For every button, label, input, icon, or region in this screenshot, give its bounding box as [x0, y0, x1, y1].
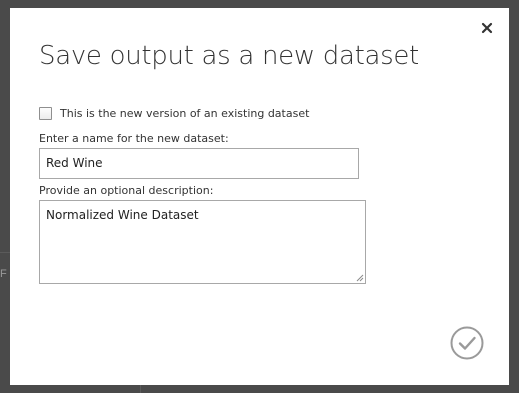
dataset-description-textarea[interactable]: Normalized Wine Dataset	[39, 200, 366, 284]
description-text: Normalized Wine Dataset	[46, 208, 199, 222]
existing-version-checkbox[interactable]	[39, 107, 52, 120]
close-icon[interactable]	[479, 20, 495, 36]
description-field-label: Provide an optional description:	[39, 184, 214, 197]
existing-version-row: This is the new version of an existing d…	[39, 107, 309, 120]
background-line	[140, 385, 141, 393]
save-dataset-dialog: Save output as a new dataset This is the…	[10, 8, 509, 385]
resize-grip-icon[interactable]	[356, 274, 364, 282]
dialog-title: Save output as a new dataset	[39, 41, 419, 71]
checkmark-circle-icon[interactable]	[450, 326, 484, 360]
background-line	[0, 252, 10, 253]
background-text-fragment: F	[0, 268, 7, 280]
existing-version-label: This is the new version of an existing d…	[60, 107, 310, 120]
name-field-label: Enter a name for the new dataset:	[39, 132, 229, 145]
dataset-name-input[interactable]: Red Wine	[39, 148, 359, 179]
